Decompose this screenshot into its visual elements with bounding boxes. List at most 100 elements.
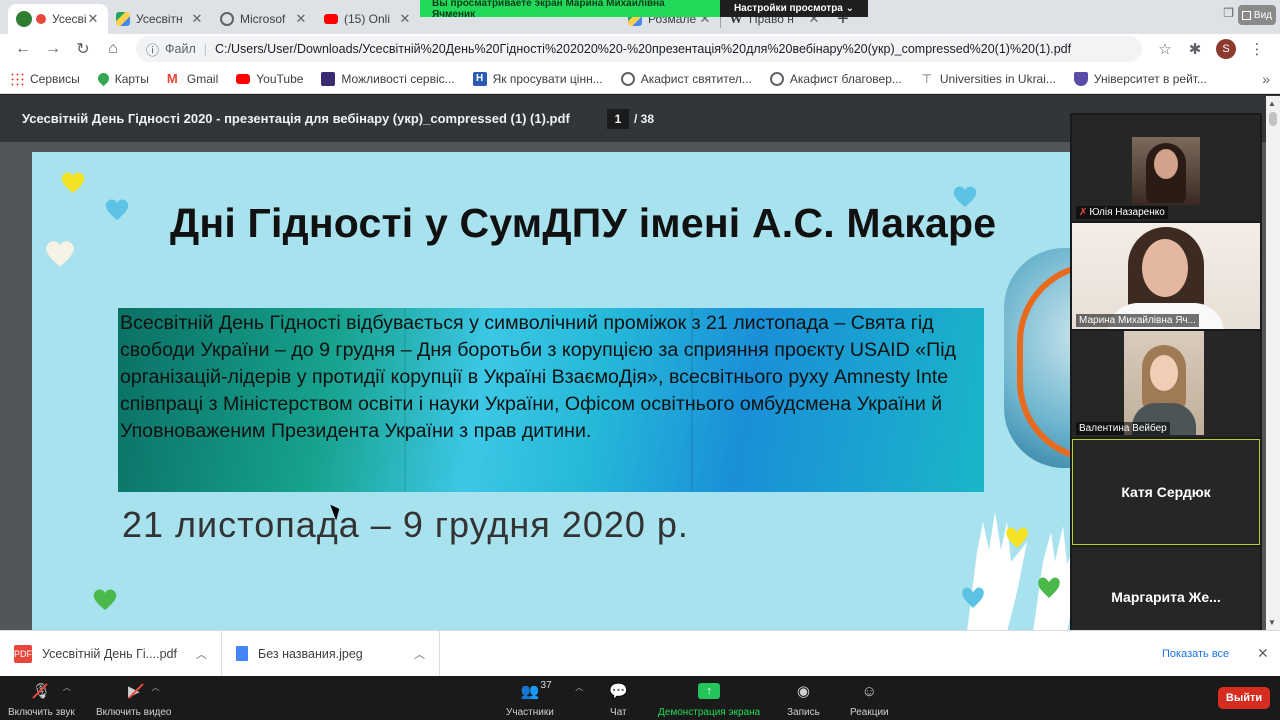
body-line: організацій-лідерів у протидії корупції … xyxy=(120,366,949,388)
tab-label: (15) Onli xyxy=(344,12,391,26)
profile-avatar[interactable]: S xyxy=(1216,39,1236,59)
participant-name: Марина Михайлівна Яч... xyxy=(1076,314,1199,327)
participant-tile-speaking[interactable]: Катя Сердюк xyxy=(1072,439,1260,545)
participant-name: Катя Сердюк xyxy=(1121,484,1211,500)
participant-video xyxy=(1132,137,1200,205)
window-controls[interactable]: ❐ xyxy=(1223,6,1234,20)
globe-icon xyxy=(769,71,784,86)
menu-icon[interactable]: ⋮ xyxy=(1242,40,1272,58)
bookmark-label: Університет в рейт... xyxy=(1093,71,1207,86)
bookmark-maps[interactable]: Карты xyxy=(95,70,149,87)
tab-0[interactable]: Усесвіт ✕ xyxy=(8,4,108,34)
view-button[interactable]: Вид xyxy=(1237,5,1276,25)
pdf-icon xyxy=(36,14,46,24)
reactions-button[interactable]: ☺ Реакции xyxy=(850,680,889,719)
slide-body-text: Всесвітній День Гідності відбувається у … xyxy=(120,310,1080,445)
bookmark-universytet[interactable]: Університет в рейт... xyxy=(1073,71,1207,86)
bookmark-universities[interactable]: ⊤ Universities in Ukrai... xyxy=(920,72,1056,86)
grid-icon xyxy=(1241,10,1251,20)
tab-3[interactable]: (15) Onli ✕ xyxy=(316,4,420,34)
info-icon[interactable]: ⓘ xyxy=(146,40,159,59)
participant-tile[interactable]: ✗ Юлія Назаренко xyxy=(1072,115,1260,221)
page-number-input[interactable]: 1 xyxy=(607,109,629,129)
chevron-up-icon: ︿ xyxy=(62,683,71,692)
pdf-file-icon: PDF xyxy=(14,644,32,663)
screen-share-banner: Вы просматриваете экран Марина Михайлівн… xyxy=(420,0,720,20)
more-bookmarks-icon[interactable]: » xyxy=(1262,71,1270,87)
chat-icon: 💬 xyxy=(609,683,628,700)
url-text: C:/Users/User/Downloads/Усесвітній%20Ден… xyxy=(215,42,1072,56)
reactions-icon: ☺ xyxy=(861,682,877,700)
camera-off-icon: ▶︿ xyxy=(128,680,160,702)
share-screen-button[interactable]: ↑ Демонстрация экрана xyxy=(658,680,760,718)
slide-date: 21 листопада – 9 грудня 2020 р. xyxy=(122,504,689,545)
reload-button[interactable]: ↻ xyxy=(68,39,98,59)
participants-label: Участники xyxy=(506,707,554,718)
chat-label: Чат xyxy=(610,707,627,718)
bookmark-yak-prosuvaty[interactable]: H Як просувати цінн... xyxy=(472,71,603,86)
chevron-up-icon: ︿ xyxy=(575,683,584,692)
close-icon[interactable]: ✕ xyxy=(294,11,308,27)
close-icon[interactable]: ✕ xyxy=(398,11,412,27)
record-button[interactable]: ◉ Запись xyxy=(787,680,820,718)
youtube-icon xyxy=(236,73,251,84)
scrollbar-thumb[interactable] xyxy=(1269,112,1277,126)
download-item[interactable]: Без названия.jpeg ︿ xyxy=(222,630,440,677)
participant-tile[interactable]: Валентина Вейбер xyxy=(1072,331,1260,437)
leave-button[interactable]: Выйти xyxy=(1218,687,1270,709)
back-button[interactable]: ← xyxy=(8,40,38,58)
participants-button[interactable]: 👥 37 ︿ Участники xyxy=(506,680,584,718)
slide-title: Дні Гідності у СумДПУ імені А.С. Макаре xyxy=(170,200,997,246)
url-scheme-label: Файл xyxy=(165,42,196,56)
participants-icon: 👥 37 ︿ xyxy=(520,680,584,700)
microphone-muted-icon: 🎙 ︿ xyxy=(31,683,71,700)
participants-video-panel: ✗ Юлія Назаренко Марина Михайлівна Яч... … xyxy=(1070,113,1262,653)
show-all-downloads-link[interactable]: Показать все xyxy=(1162,648,1229,660)
bookmark-gmail[interactable]: M Gmail xyxy=(167,71,218,86)
bookmark-akafist-2[interactable]: Акафист благовер... xyxy=(769,71,902,86)
bookmark-youtube[interactable]: YouTube xyxy=(236,72,303,86)
view-options-button[interactable]: Настройки просмотра ⌄ xyxy=(720,0,868,17)
downloads-bar: PDF Усесвітній День Гі....pdf ︿ Без назв… xyxy=(0,630,1280,677)
tab-1[interactable]: Усесвітн ✕ xyxy=(108,4,212,34)
white-heart-icon xyxy=(46,241,74,267)
tab-2[interactable]: Microsof ✕ xyxy=(212,4,316,34)
chevron-up-icon[interactable]: ︿ xyxy=(196,646,207,662)
participant-name: Валентина Вейбер xyxy=(1076,422,1170,435)
bookmark-akafist-1[interactable]: Акафист святител... xyxy=(620,71,752,86)
address-bar[interactable]: ⓘ Файл | C:/Users/User/Downloads/Усесвіт… xyxy=(136,36,1142,62)
bookmarks-bar: Сервисы Карты M Gmail YouTube Можливості… xyxy=(0,64,1280,94)
close-icon[interactable]: ✕ xyxy=(190,11,204,27)
participants-count: 37 xyxy=(540,680,552,691)
shield-icon xyxy=(16,11,32,27)
apps-icon xyxy=(10,71,24,86)
home-button[interactable]: ⌂ xyxy=(98,40,128,58)
tab-label: Усесвітн xyxy=(136,12,183,26)
scrollbar[interactable]: ▲ ▼ xyxy=(1266,96,1280,630)
download-item[interactable]: PDF Усесвітній День Гі....pdf ︿ xyxy=(0,630,222,677)
participant-tile[interactable]: Марина Михайлівна Яч... xyxy=(1072,223,1260,329)
bookmark-star-icon[interactable]: ☆ xyxy=(1150,40,1180,58)
extensions-icon[interactable]: ✱ xyxy=(1180,40,1210,58)
chevron-up-icon[interactable]: ︿ xyxy=(414,646,425,662)
chat-button[interactable]: 💬 Чат xyxy=(609,680,628,718)
bookmark-mozhlyvosti[interactable]: Можливості сервіс... xyxy=(321,71,455,86)
scroll-up-icon[interactable]: ▲ xyxy=(1268,99,1276,108)
share-screen-icon: ↑ xyxy=(698,680,721,702)
body-line: Всесвітній День Гідності відбувається у … xyxy=(120,312,934,334)
close-icon[interactable]: ✕ xyxy=(1257,645,1269,662)
raised-hands-illustration xyxy=(962,512,1077,630)
bookmark-label: Можливості сервіс... xyxy=(341,71,455,86)
unmute-button[interactable]: 🎙 ︿ Включить звук xyxy=(8,680,75,718)
scroll-down-icon[interactable]: ▼ xyxy=(1268,618,1276,627)
bookmark-services[interactable]: Сервисы xyxy=(10,71,80,86)
record-label: Запись xyxy=(787,707,820,718)
close-icon[interactable]: ✕ xyxy=(86,11,100,27)
university-icon: ⊤ xyxy=(921,71,933,86)
start-video-button[interactable]: ▶︿ Включить видео xyxy=(96,680,172,718)
forward-button[interactable]: → xyxy=(38,40,68,58)
globe-icon xyxy=(220,12,234,26)
url-separator: | xyxy=(203,42,207,56)
tab-label: Усесвіт xyxy=(52,12,86,26)
blue-heart-icon xyxy=(105,199,129,220)
